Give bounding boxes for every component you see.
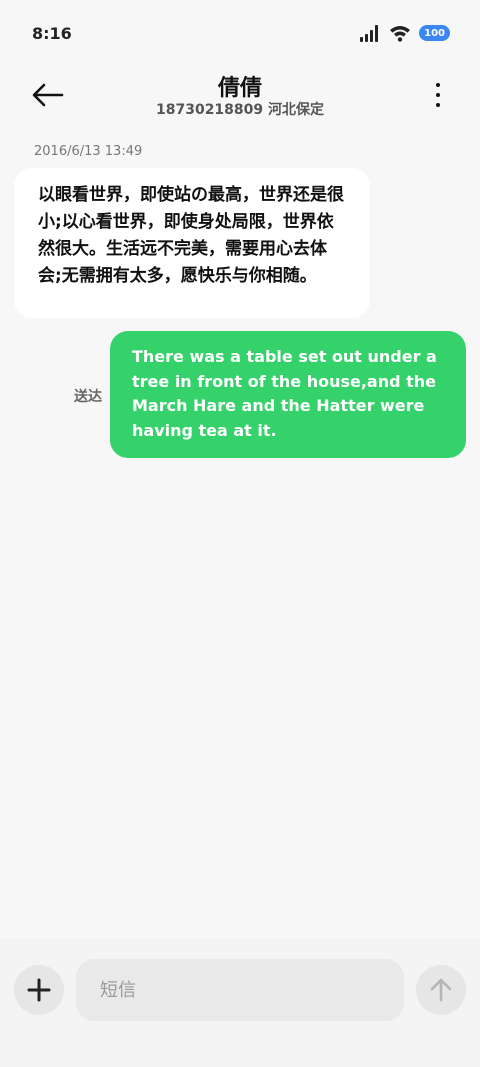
contact-number-location: 18730218809 河北保定	[155, 102, 325, 118]
status-icons: 100	[359, 22, 450, 44]
more-dot	[436, 93, 440, 97]
conversation-header: 倩倩 18730218809 河北保定	[0, 64, 480, 128]
more-dot	[436, 83, 440, 87]
arrow-up-icon	[430, 978, 452, 1002]
send-button[interactable]	[416, 965, 466, 1015]
message-input[interactable]	[100, 979, 404, 1001]
plus-icon	[27, 978, 51, 1002]
message-timestamp: 2016/6/13 13:49	[34, 144, 143, 159]
status-bar: 8:16 100	[0, 0, 480, 64]
outgoing-message-bubble[interactable]: There was a table set out under a tree i…	[110, 331, 466, 458]
incoming-message-bubble[interactable]: 以眼看世界，即使站の最高，世界还是很小;以心看世界，即使身处局限，世界依然很大。…	[14, 168, 370, 318]
delivery-status: 送达	[74, 389, 102, 405]
composer-bar	[0, 938, 480, 1067]
status-time: 8:16	[32, 24, 72, 43]
wifi-icon	[390, 26, 411, 42]
more-dot	[436, 103, 440, 107]
add-attachment-button[interactable]	[14, 965, 64, 1015]
message-input-container[interactable]	[76, 959, 404, 1021]
signal-icon	[360, 25, 379, 42]
battery-icon: 100	[419, 25, 450, 41]
messaging-screen: 8:16 100 倩倩 18730218809 河北保定 2016/6/13 1…	[0, 0, 480, 1067]
more-vertical-icon[interactable]	[428, 80, 448, 110]
contact-name: 倩倩	[217, 76, 262, 101]
